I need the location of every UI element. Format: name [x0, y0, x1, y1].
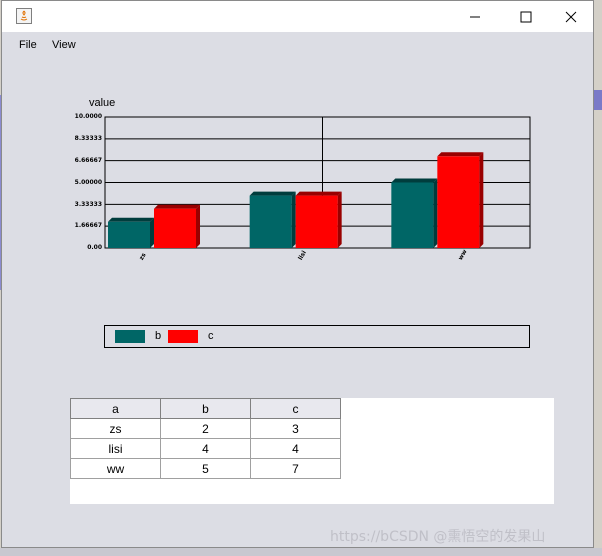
table-cell[interactable]: 5	[160, 458, 251, 479]
y-tick-label: 5.00000	[74, 179, 102, 186]
y-tick-label: 8.33333	[74, 135, 102, 142]
table-cell[interactable]: 2	[160, 418, 251, 439]
table-cell[interactable]: lisi	[70, 438, 161, 459]
y-tick-label: 1.66667	[74, 222, 102, 229]
background-selection-band	[594, 90, 602, 110]
maximize-button[interactable]	[503, 1, 549, 32]
table-cell[interactable]: zs	[70, 418, 161, 439]
y-tick-label: 3.33333	[74, 201, 102, 208]
y-tick-label: 10.0000	[74, 113, 102, 120]
y-axis-label: value	[89, 97, 116, 109]
maximize-icon	[520, 11, 532, 22]
close-icon	[565, 11, 577, 22]
y-tick-label: 6.66667	[74, 157, 102, 164]
table-cell[interactable]: ww	[70, 458, 161, 479]
table-header-row: a b c	[70, 398, 341, 419]
java-app-icon	[16, 8, 32, 24]
menu-view[interactable]: View	[52, 39, 76, 51]
table-row[interactable]: lisi 4 4	[70, 438, 341, 459]
minimize-icon	[470, 16, 480, 17]
table-header-c[interactable]: c	[250, 398, 341, 419]
watermark: https://bCSDN @熏悟空的发果山	[330, 529, 546, 545]
background-tab-strip	[0, 548, 602, 556]
legend-swatch-c	[168, 330, 198, 343]
data-table: a b c zs 2 3 lisi 4 4 ww 5 7	[70, 398, 341, 479]
legend-swatch-b	[115, 330, 145, 343]
minimize-button[interactable]	[452, 1, 498, 32]
table-cell[interactable]: 4	[160, 438, 251, 459]
menu-bar: File View	[2, 32, 593, 57]
close-button[interactable]	[548, 1, 594, 32]
background-window-right-edge	[594, 0, 602, 556]
chart-legend: b c	[104, 325, 530, 348]
legend-label-b: b	[155, 330, 162, 342]
menu-file[interactable]: File	[19, 39, 37, 51]
table-cell[interactable]: 4	[250, 438, 341, 459]
table-row[interactable]: zs 2 3	[70, 418, 341, 439]
table-header-b[interactable]: b	[160, 398, 251, 419]
y-tick-label: 0.00	[87, 244, 102, 251]
title-bar	[2, 1, 593, 32]
data-table-panel: a b c zs 2 3 lisi 4 4 ww 5 7	[70, 398, 554, 504]
table-cell[interactable]: 3	[250, 418, 341, 439]
table-cell[interactable]: 7	[250, 458, 341, 479]
table-row[interactable]: ww 5 7	[70, 458, 341, 479]
table-header-a[interactable]: a	[70, 398, 161, 419]
legend-label-c: c	[208, 330, 214, 342]
